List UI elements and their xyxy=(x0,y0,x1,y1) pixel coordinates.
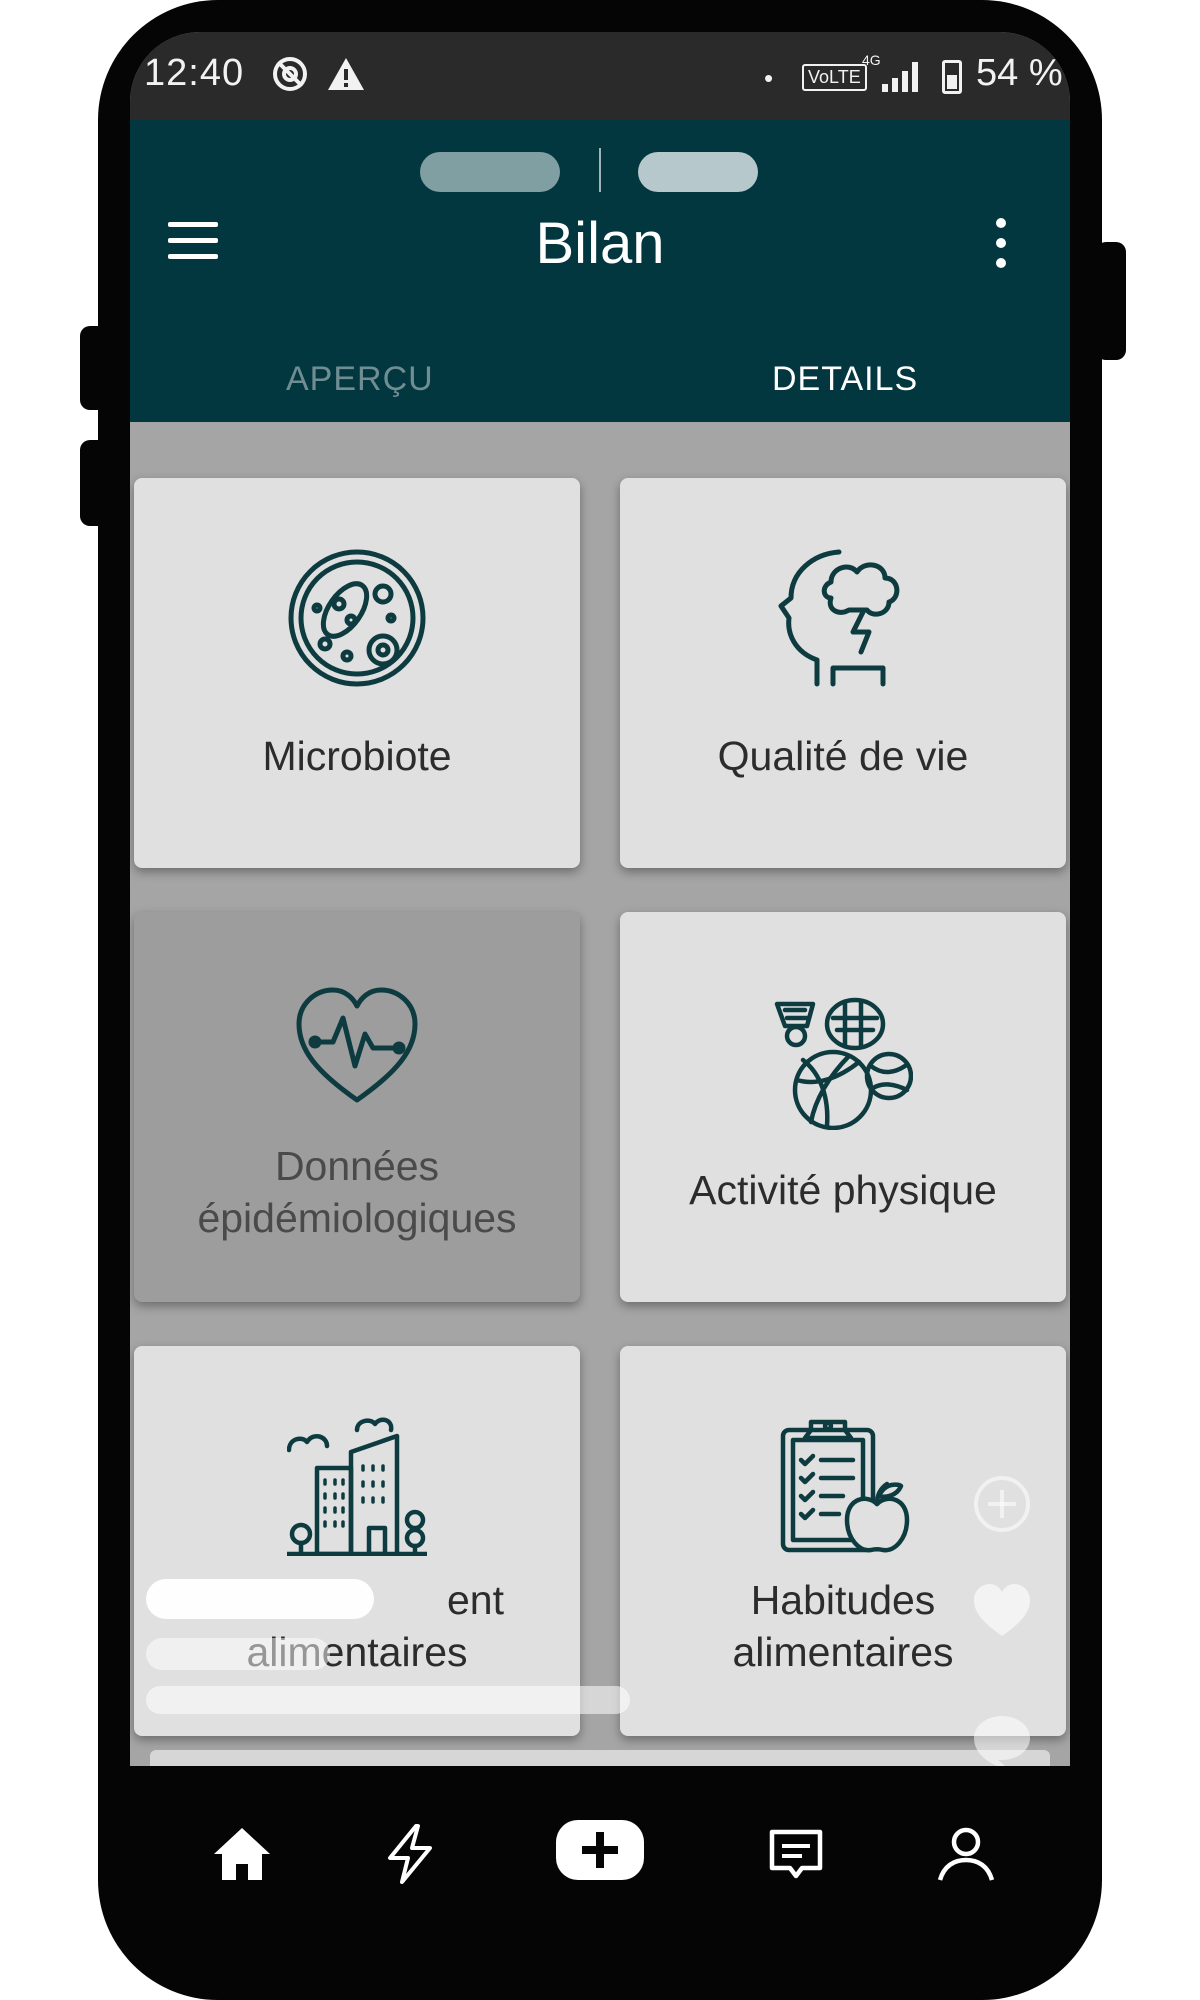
page-title: Bilan xyxy=(535,211,665,276)
power-button xyxy=(1096,242,1126,360)
message-icon[interactable] xyxy=(764,1822,828,1886)
tab-details[interactable]: DETAILS xyxy=(772,360,918,399)
city-buildings-icon xyxy=(287,1417,427,1556)
volume-up-button xyxy=(80,326,110,410)
add-circle-icon[interactable] xyxy=(970,1472,1034,1536)
heart-icon[interactable] xyxy=(970,1580,1034,1644)
card-donnees-epidemiologiques[interactable]: Données épidémiologiques xyxy=(134,912,580,1302)
tab-apercu[interactable]: APERÇU xyxy=(286,360,434,399)
volume-down-button xyxy=(80,440,110,526)
network-type: 4G xyxy=(862,52,881,68)
camera-pill-left xyxy=(420,152,560,192)
overlay-caption-bar xyxy=(146,1579,374,1619)
heart-pulse-icon xyxy=(296,987,418,1103)
head-cloud-icon xyxy=(778,549,900,687)
card-qualite-de-vie[interactable]: Qualité de vie xyxy=(620,478,1066,868)
card-habitudes-alimentaires[interactable]: Habitudes alimentaires xyxy=(620,1346,1066,1736)
sync-icon xyxy=(270,54,310,103)
microbiome-icon xyxy=(288,549,426,687)
card-label-line2: épidémiologiques xyxy=(197,1195,517,1241)
phone-screen: 12:40 • VoLTE 4G 54 % Bilan APERÇU DETAI… xyxy=(130,32,1070,1766)
pill-separator xyxy=(599,148,601,192)
app-bar: Bilan APERÇU DETAILS xyxy=(130,120,1070,422)
card-label: Microbiote xyxy=(262,733,452,779)
more-options-icon[interactable] xyxy=(992,218,1008,270)
card-label: Qualité de vie xyxy=(717,733,969,779)
add-icon[interactable] xyxy=(554,1818,646,1882)
card-environnement-alimentaires[interactable]: ent alimentaires xyxy=(134,1346,580,1736)
card-microbiote[interactable]: Microbiote xyxy=(134,478,580,868)
home-icon[interactable] xyxy=(210,1822,274,1886)
sports-balls-icon xyxy=(774,997,913,1130)
profile-icon[interactable] xyxy=(934,1822,998,1886)
card-label: Activité physique xyxy=(689,1167,997,1213)
signal-icon xyxy=(882,62,924,92)
warning-icon xyxy=(326,54,366,103)
lightning-icon[interactable] xyxy=(378,1822,442,1886)
card-activite-physique[interactable]: Activité physique xyxy=(620,912,1066,1302)
card-label-line1: Données xyxy=(274,1143,440,1189)
notification-dot-icon: • xyxy=(764,63,774,93)
overlay-caption-bar xyxy=(146,1686,630,1714)
battery-level: 54 % xyxy=(976,52,1063,94)
card-grid: Microbiote Qualité de vie Données épidém… xyxy=(130,422,1070,1766)
clipboard-apple-icon xyxy=(780,1419,910,1553)
camera-pill-right xyxy=(638,152,758,192)
battery-icon xyxy=(942,60,962,94)
comment-icon[interactable] xyxy=(970,1708,1034,1766)
overlay-caption-bar xyxy=(146,1638,330,1670)
status-time: 12:40 xyxy=(144,52,245,94)
status-bar: 12:40 • VoLTE 4G 54 % xyxy=(130,32,1070,120)
next-card-edge xyxy=(150,1750,1050,1766)
volte-badge: VoLTE xyxy=(802,64,867,91)
bottom-navigation xyxy=(130,1766,1070,1956)
